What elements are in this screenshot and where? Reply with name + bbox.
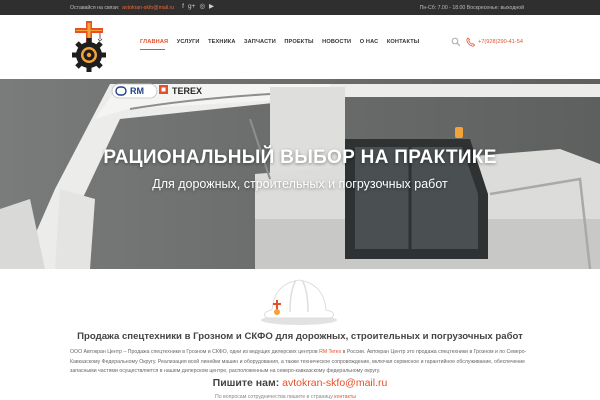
search-icon[interactable] xyxy=(451,37,461,47)
hero-brand-rm: RM xyxy=(130,86,144,96)
company-logo[interactable] xyxy=(69,19,109,75)
write-us-line: Пишите нам: avtokran-skfo@mail.ru xyxy=(0,377,600,389)
hero-title: РАЦИОНАЛЬНЫЙ ВЫБОР НА ПРАКТИКЕ xyxy=(103,147,497,168)
youtube-icon[interactable]: ▶ xyxy=(209,4,214,11)
nav-item-parts[interactable]: ЗАПЧАСТИ xyxy=(244,39,284,45)
phone-number: +7(928)290-41-54 xyxy=(478,39,523,45)
topbar-email-link[interactable]: avtokran-skfo@mail.ru xyxy=(122,5,174,11)
contacts-page-link[interactable]: контакты xyxy=(334,394,356,400)
hero-brand-terex: TEREX xyxy=(172,86,202,96)
nav-item-news[interactable]: НОВОСТИ xyxy=(322,39,360,45)
description-text-1: ООО Автокран Центр – Продажа спецтехники… xyxy=(70,349,320,355)
write-us-label: Пишите нам: xyxy=(212,377,280,389)
site-header: ГЛАВНАЯ УСЛУГИ ТЕХНИКА ЗАПЧАСТИ ПРОЕКТЫ … xyxy=(0,15,600,79)
phone-icon xyxy=(466,37,475,47)
hero-banner: RM TEREX РАЦИОНАЛЬНЫЙ ВЫБОР НА ПРАКТИКЕ … xyxy=(0,79,600,269)
company-description: ООО Автокран Центр – Продажа спецтехники… xyxy=(70,348,530,377)
nav-item-services[interactable]: УСЛУГИ xyxy=(177,39,208,45)
nav-item-machinery[interactable]: ТЕХНИКА xyxy=(208,39,244,45)
working-hours: Пн-Сб: 7.00 - 18.00 Воскресенье: выходно… xyxy=(419,4,524,11)
nav-active-indicator xyxy=(140,49,165,50)
rm-terex-link[interactable]: RM Terex xyxy=(319,349,341,355)
instagram-icon[interactable]: ◎ xyxy=(199,4,205,11)
cooperation-text: По вопросам сотрудничества пишите в стра… xyxy=(215,394,333,400)
nav-item-contacts[interactable]: КОНТАКТЫ xyxy=(387,39,428,45)
nav-item-home[interactable]: ГЛАВНАЯ xyxy=(140,39,177,45)
section-heading: Продажа спецтехники в Грозном и СКФО для… xyxy=(77,331,523,342)
google-plus-icon[interactable]: g+ xyxy=(188,4,195,11)
main-nav: ГЛАВНАЯ УСЛУГИ ТЕХНИКА ЗАПЧАСТИ ПРОЕКТЫ … xyxy=(140,39,428,50)
contact-info: Оставайся на связи: avtokran-skfo@mail.r… xyxy=(70,0,214,15)
excavator-image: RM TEREX xyxy=(0,79,600,269)
content-email-link[interactable]: avtokran-skfo@mail.ru xyxy=(282,377,387,389)
nav-item-about[interactable]: О НАС xyxy=(360,39,387,45)
contact-prefix: Оставайся на связи: xyxy=(70,4,120,11)
cooperation-note: По вопросам сотрудничества пишите в стра… xyxy=(215,394,475,400)
nav-item-projects[interactable]: ПРОЕКТЫ xyxy=(284,39,322,45)
top-bar: Оставайся на связи: avtokran-skfo@mail.r… xyxy=(0,0,600,15)
hero-subtitle: Для дорожных, строительных и погрузочных… xyxy=(152,177,448,191)
hard-hat-image xyxy=(261,279,337,325)
social-links: f g+ ◎ ▶ xyxy=(182,4,214,11)
facebook-icon[interactable]: f xyxy=(182,4,184,11)
phone-link[interactable]: +7(928)290-41-54 xyxy=(466,37,523,47)
